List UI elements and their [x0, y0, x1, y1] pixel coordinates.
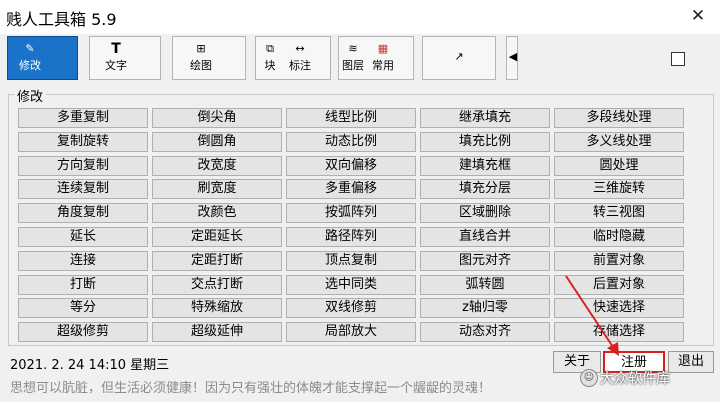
tab-text-label: 文字	[105, 59, 127, 72]
exit-button[interactable]: 退出	[668, 351, 714, 373]
tab-layer-common[interactable]: ≋ 图层 ▦ 常用	[338, 36, 414, 80]
watermark-text: 大众软件库	[600, 371, 670, 387]
text-icon: T	[111, 41, 121, 57]
draw-icon: ⊞	[196, 42, 206, 55]
command-button[interactable]: 超级修剪	[18, 322, 148, 342]
command-button[interactable]: z轴归零	[420, 298, 550, 318]
tab-block-dim[interactable]: ⧉ 块 ↔ 标注	[255, 36, 331, 80]
command-button[interactable]: 交点打断	[152, 275, 282, 295]
command-button[interactable]: 动态比例	[286, 132, 416, 152]
command-button[interactable]: 定距打断	[152, 251, 282, 271]
dimension-icon: ↔	[295, 42, 305, 55]
watermark-logo: ☺	[580, 369, 598, 387]
command-button[interactable]: 路径阵列	[286, 227, 416, 247]
command-button[interactable]: 连接	[18, 251, 148, 271]
command-button[interactable]: 特殊缩放	[152, 298, 282, 318]
tab-dim-label: 标注	[289, 59, 311, 72]
command-button[interactable]: 多重复制	[18, 108, 148, 128]
command-button[interactable]: 动态对齐	[420, 322, 550, 342]
command-button[interactable]: 倒尖角	[152, 108, 282, 128]
palette-icon: ▦	[377, 42, 389, 55]
group-title: 修改	[14, 86, 47, 105]
command-button[interactable]: 双线修剪	[286, 298, 416, 318]
command-button[interactable]: 按弧阵列	[286, 203, 416, 223]
command-button[interactable]: 前置对象	[554, 251, 684, 271]
tab-modify-label: 修改	[19, 59, 41, 72]
datetime: 2021. 2. 24 14:10 星期三	[10, 358, 170, 373]
command-button[interactable]: 图元对齐	[420, 251, 550, 271]
command-button[interactable]: 继承填充	[420, 108, 550, 128]
window-title: 贱人工具箱 5.9	[6, 10, 117, 29]
command-button[interactable]: 填充比例	[420, 132, 550, 152]
command-button[interactable]: 定距延长	[152, 227, 282, 247]
command-button[interactable]: 改颜色	[152, 203, 282, 223]
command-button[interactable]: 顶点复制	[286, 251, 416, 271]
tab-modify[interactable]: ✎ 修改	[7, 36, 78, 80]
command-button[interactable]: 建填充框	[420, 156, 550, 176]
command-button[interactable]: 双向偏移	[286, 156, 416, 176]
pin-checkbox[interactable]	[671, 52, 685, 66]
shortcut-icon: ↗	[454, 50, 464, 63]
command-button[interactable]: 区域删除	[420, 203, 550, 223]
command-button[interactable]: 存储选择	[554, 322, 684, 342]
tab-link[interactable]: ↗	[422, 36, 496, 80]
command-button[interactable]: 三维旋转	[554, 179, 684, 199]
command-button[interactable]: 多重偏移	[286, 179, 416, 199]
title-bar: 贱人工具箱 5.9 ✕	[0, 0, 720, 34]
command-button[interactable]: 选中同类	[286, 275, 416, 295]
command-button[interactable]: 多段线处理	[554, 108, 684, 128]
command-button[interactable]: 快速选择	[554, 298, 684, 318]
toolbar: ✎ 修改 T 文字 ⊞ 绘图 ⧉ 块 ↔ 标注 ≋ 图层 ▦ 常用 ↗ ◀	[0, 34, 720, 84]
command-button[interactable]: 转三视图	[554, 203, 684, 223]
command-button[interactable]: 圆处理	[554, 156, 684, 176]
tab-draw-label: 绘图	[190, 59, 212, 72]
command-button[interactable]: 填充分层	[420, 179, 550, 199]
command-button[interactable]: 直线合并	[420, 227, 550, 247]
command-button[interactable]: 倒圆角	[152, 132, 282, 152]
command-button[interactable]: 角度复制	[18, 203, 148, 223]
command-button[interactable]: 复制旋转	[18, 132, 148, 152]
command-button[interactable]: 超级延伸	[152, 322, 282, 342]
scroll-left-button[interactable]: ◀	[506, 36, 518, 80]
command-button[interactable]: 线型比例	[286, 108, 416, 128]
command-button[interactable]: 延长	[18, 227, 148, 247]
command-button[interactable]: 等分	[18, 298, 148, 318]
command-button[interactable]: 改宽度	[152, 156, 282, 176]
command-button[interactable]: 临时隐藏	[554, 227, 684, 247]
command-button[interactable]: 后置对象	[554, 275, 684, 295]
command-button[interactable]: 刷宽度	[152, 179, 282, 199]
close-icon[interactable]: ✕	[688, 5, 708, 27]
command-button[interactable]: 多义线处理	[554, 132, 684, 152]
command-button[interactable]: 连续复制	[18, 179, 148, 199]
tab-draw[interactable]: ⊞ 绘图	[172, 36, 246, 80]
command-button[interactable]: 方向复制	[18, 156, 148, 176]
command-button[interactable]: 打断	[18, 275, 148, 295]
tab-text[interactable]: T 文字	[89, 36, 161, 80]
motto-text: 思想可以肮脏，但生活必须健康！因为只有强壮的体魄才能支撑起一个龌龊的灵魂！	[10, 381, 492, 396]
arrow-left-icon: ◀	[508, 50, 518, 63]
command-button[interactable]: 局部放大	[286, 322, 416, 342]
tab-common-label: 常用	[372, 59, 394, 72]
pencil-icon: ✎	[25, 42, 35, 55]
command-button[interactable]: 弧转圆	[420, 275, 550, 295]
